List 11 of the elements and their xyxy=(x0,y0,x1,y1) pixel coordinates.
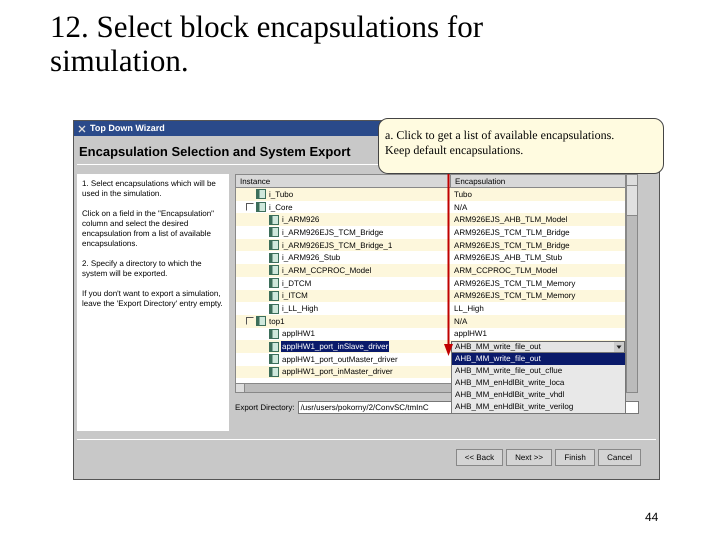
window-title: Top Down Wizard xyxy=(90,122,165,135)
callout-text: Keep default encapsulations. xyxy=(385,143,524,158)
callout-text: a. Click to get a list of available encapsulations. xyxy=(385,128,616,143)
instruction-text: Click on a field in the "Encapsulation" column and select the desired encapsulation from a list of available encapsulations. xyxy=(82,209,215,249)
instruction-text: 1. Select encapsulations which will be used in the simulation. xyxy=(82,179,217,199)
slide-title: 12. Select block encapsulations for simulation. xyxy=(49,8,484,78)
export-directory-label: Export Directory: xyxy=(235,402,295,414)
page-number: 44 xyxy=(645,509,658,526)
instruction-text: If you don't want to export a simulation, leave the 'Export Directory' entry empty. xyxy=(82,289,224,309)
page-heading: Encapsulation Selection and System Export xyxy=(79,143,351,161)
instruction-text: 2. Specify a directory to which the system will be exported. xyxy=(82,259,203,279)
